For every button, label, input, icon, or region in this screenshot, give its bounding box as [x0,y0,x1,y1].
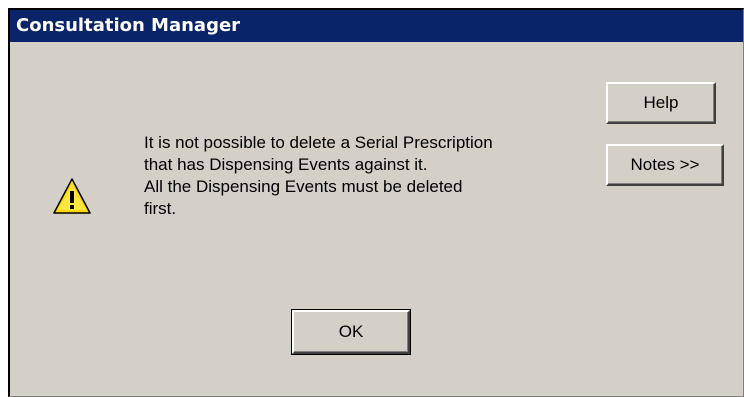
message-line: first. [144,199,177,218]
message-line: It is not possible to delete a Serial Pr… [144,133,493,152]
warning-icon [53,178,91,214]
help-button[interactable]: Help [606,82,716,124]
dialog-window: Consultation Manager It is not possible … [8,8,744,397]
notes-button[interactable]: Notes >> [606,144,724,186]
window-title[interactable]: Consultation Manager [10,10,743,42]
ok-button[interactable]: OK [291,309,411,355]
message-text: It is not possible to delete a Serial Pr… [144,132,604,220]
ok-button-label: OK [338,322,364,341]
message-line: that has Dispensing Events against it. [144,155,428,174]
message-line: All the Dispensing Events must be delete… [144,177,463,196]
